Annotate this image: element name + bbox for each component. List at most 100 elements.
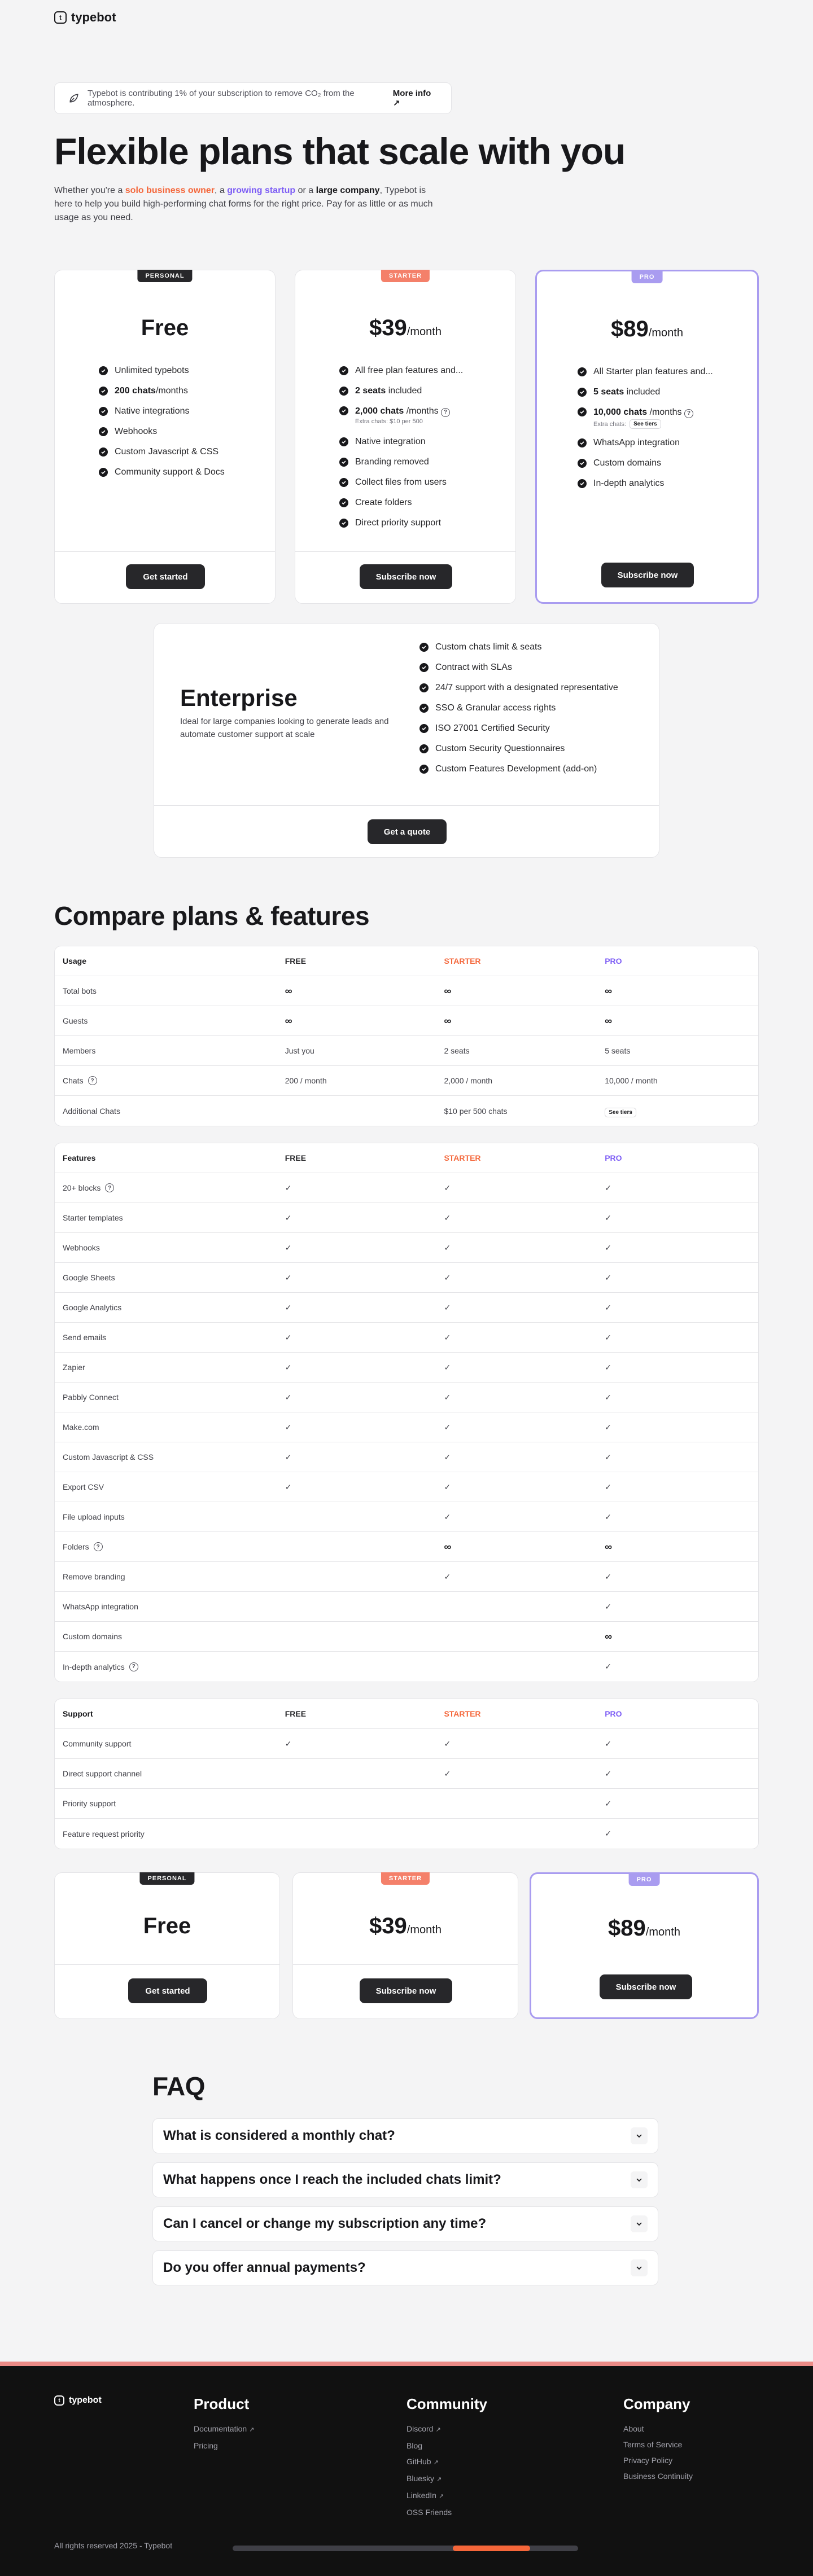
help-icon[interactable]: ?	[93, 1542, 103, 1551]
footer-link-blog[interactable]: Blog	[406, 2438, 487, 2454]
check-circle-icon	[419, 744, 429, 753]
check-icon: ✓	[285, 1272, 292, 1282]
cell-starter: ✓	[444, 1572, 605, 1582]
footer-link-terms[interactable]: Terms of Service	[623, 2437, 693, 2452]
cell-starter: ∞	[444, 1542, 605, 1552]
check-icon: ✓	[605, 1362, 611, 1372]
banner-text: Typebot is contributing 1% of your subsc…	[88, 89, 355, 108]
check-icon: ✓	[444, 1739, 451, 1748]
card-footer: Subscribe now	[293, 1964, 518, 2018]
site-footer: t typebot Product Documentation ↗ Pricing…	[0, 2362, 813, 2576]
infinity-icon: ∞	[444, 985, 452, 997]
enterprise-description: Ideal for large companies looking to gen…	[180, 717, 389, 739]
more-info-link[interactable]: More info ↗	[393, 89, 438, 108]
row-label: Google Analytics	[63, 1303, 122, 1312]
table-section-title: Features	[63, 1153, 96, 1162]
feature-item: Custom Features Development (add-on)	[419, 759, 618, 779]
footer-col-title: Community	[406, 2395, 487, 2412]
check-icon: ✓	[605, 1572, 611, 1581]
footer-link-pricing[interactable]: Pricing	[194, 2438, 254, 2454]
feature-item: Collect files from users	[339, 472, 463, 493]
subscribe-pro-button[interactable]: Subscribe now	[601, 563, 694, 587]
plan-price: $39/month	[369, 1914, 442, 1938]
check-icon: ✓	[605, 1739, 611, 1748]
footer-link-github[interactable]: GitHub ↗	[406, 2454, 487, 2470]
row-label: 20+ blocks?	[55, 1183, 285, 1192]
footer-link-discord[interactable]: Discord ↗	[406, 2421, 487, 2438]
feature-item: Native integration	[339, 432, 463, 452]
check-circle-icon	[339, 406, 348, 415]
faq-item[interactable]: Do you offer annual payments?	[152, 2250, 658, 2285]
check-icon: ✓	[285, 1362, 292, 1372]
check-icon: ✓	[444, 1362, 451, 1372]
cell-starter: ✓	[444, 1512, 605, 1522]
get-a-quote-button[interactable]: Get a quote	[368, 819, 447, 844]
see-tiers-button[interactable]: See tiers	[630, 419, 661, 429]
feature-item: All free plan features and...	[339, 361, 463, 381]
cell-starter: ∞	[444, 986, 605, 996]
footer-logo[interactable]: t typebot	[54, 2395, 102, 2406]
chevron-down-icon[interactable]	[631, 2127, 648, 2144]
see-tiers-button[interactable]: See tiers	[605, 1107, 636, 1117]
footer-link-bluesky[interactable]: Bluesky ↗	[406, 2470, 487, 2487]
feature-item: 200 chats/months	[99, 381, 225, 401]
footer-link-documentation[interactable]: Documentation ↗	[194, 2421, 254, 2438]
get-started-button[interactable]: Get started	[126, 564, 205, 589]
check-icon: ✓	[444, 1183, 451, 1192]
plan-price: $89/month	[611, 317, 683, 341]
faq-item[interactable]: What happens once I reach the included c…	[152, 2162, 658, 2197]
footer-col-title: Product	[194, 2395, 250, 2412]
cell-pro: ∞	[605, 1542, 758, 1552]
help-icon[interactable]: ?	[129, 1662, 138, 1671]
plan-badge: PRO	[631, 271, 663, 283]
check-icon: ✓	[285, 1332, 292, 1342]
cell-pro: ✓	[605, 1363, 758, 1372]
check-icon: ✓	[605, 1332, 611, 1342]
footer-link-privacy[interactable]: Privacy Policy	[623, 2452, 693, 2468]
cell-free: ✓	[285, 1739, 444, 1749]
chevron-down-icon[interactable]	[631, 2259, 648, 2276]
check-circle-icon	[339, 387, 348, 396]
subscribe-starter-button[interactable]: Subscribe now	[360, 1978, 452, 2003]
subscribe-pro-button[interactable]: Subscribe now	[600, 1974, 692, 1999]
check-circle-icon	[419, 704, 429, 713]
faq-item[interactable]: Can I cancel or change my subscription a…	[152, 2206, 658, 2241]
check-circle-icon	[578, 438, 587, 447]
get-started-button[interactable]: Get started	[128, 1978, 207, 2003]
help-icon[interactable]: ?	[684, 409, 693, 418]
plan-card-starter: STARTER $39/month All free plan features…	[295, 270, 516, 604]
faq-item[interactable]: What is considered a monthly chat?	[152, 2118, 658, 2153]
cell-free: ✓	[285, 1213, 444, 1223]
help-icon[interactable]: ?	[105, 1183, 115, 1192]
help-icon[interactable]: ?	[88, 1076, 97, 1085]
scrollbar-thumb[interactable]	[453, 2546, 530, 2551]
chevron-down-icon[interactable]	[631, 2215, 648, 2232]
col-free: FREE	[285, 1709, 307, 1718]
table-row: Zapier ✓ ✓ ✓	[55, 1353, 758, 1383]
footer-link-oss-friends[interactable]: OSS Friends	[406, 2504, 487, 2520]
help-icon[interactable]: ?	[441, 407, 451, 417]
table-section-title: Support	[63, 1709, 93, 1718]
col-pro: PRO	[605, 956, 622, 966]
cell-pro: See tiers	[605, 1107, 758, 1117]
table-row: Additional Chats $10 per 500 chats See tie…	[55, 1096, 758, 1126]
row-label: Total bots	[63, 986, 97, 995]
top-logo[interactable]: t typebot	[54, 9, 116, 26]
card-footer: Subscribe now	[537, 557, 757, 602]
row-label: Feature request priority	[63, 1829, 145, 1838]
footer-link-linkedin[interactable]: LinkedIn ↗	[406, 2487, 487, 2504]
check-icon: ✓	[605, 1452, 611, 1462]
check-icon: ✓	[605, 1183, 611, 1192]
check-icon: ✓	[605, 1272, 611, 1282]
chevron-down-icon[interactable]	[631, 2171, 648, 2188]
subscribe-starter-button[interactable]: Subscribe now	[360, 564, 452, 589]
cell-pro: ✓	[605, 1799, 758, 1809]
plan-features: All free plan features and... 2 seats in…	[339, 361, 463, 533]
footer-link-about[interactable]: About	[623, 2421, 693, 2437]
cell-pro: ✓	[605, 1423, 758, 1432]
horizontal-scrollbar[interactable]	[233, 2546, 578, 2551]
footer-link-business-continuity[interactable]: Business Continuity	[623, 2468, 693, 2484]
table-row: Make.com ✓ ✓ ✓	[55, 1412, 758, 1442]
feature-item: Contract with SLAs	[419, 657, 618, 678]
typebot-logo-icon: t	[54, 2395, 64, 2406]
